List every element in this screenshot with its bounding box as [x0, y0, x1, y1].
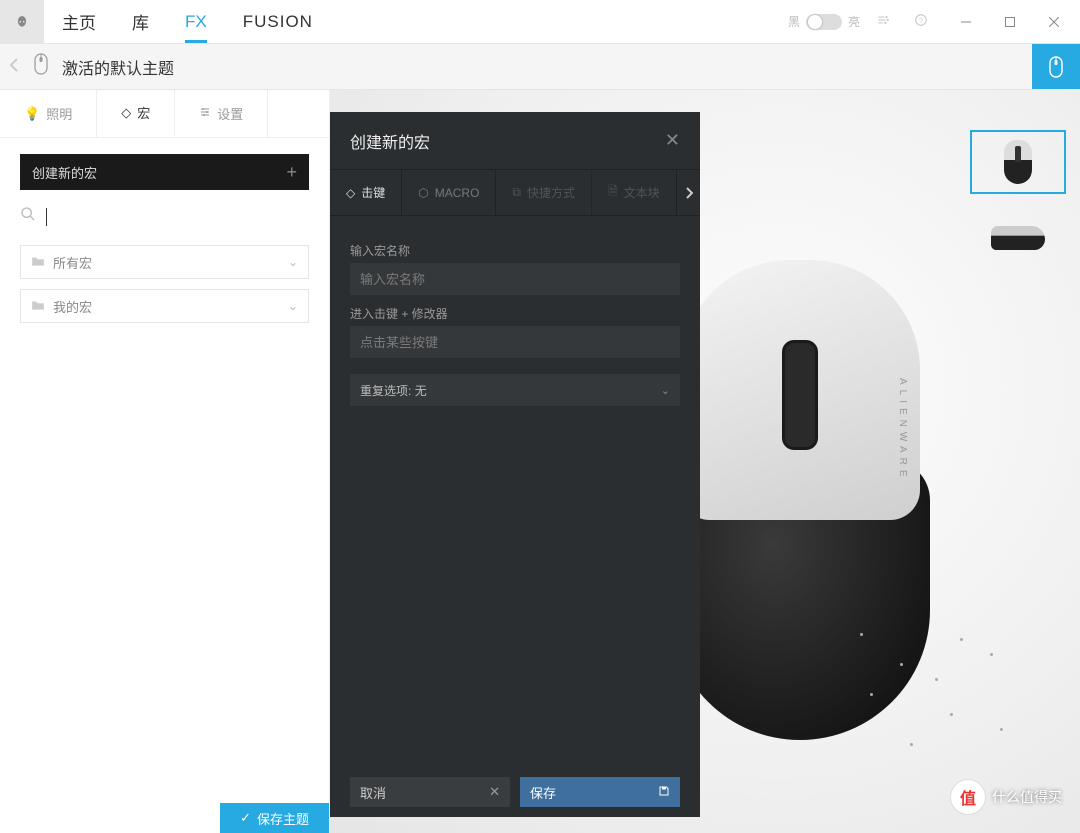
- sliders-icon: [199, 106, 211, 121]
- nav-tab-fusion[interactable]: FUSION: [225, 0, 331, 43]
- search-icon: [20, 206, 36, 227]
- sidebar: 💡 照明 ◇ 宏 设置 创建新的宏 +: [0, 90, 330, 833]
- minimize-button[interactable]: [944, 7, 988, 37]
- device-icon: [32, 53, 50, 80]
- diamond-icon: ◇: [121, 105, 131, 121]
- watermark-text: 什么值得买: [992, 787, 1062, 807]
- device-view-button[interactable]: [1032, 44, 1080, 89]
- create-macro-modal: 创建新的宏 ✕ ◇ 击键 ⬡ MACRO ⧉ 快捷方式 🗎 文本块 输入宏名称 …: [330, 112, 700, 817]
- save-icon: [658, 785, 670, 800]
- save-theme-label: 保存主题: [257, 809, 309, 828]
- theme-dark-label: 黑: [788, 13, 800, 30]
- repeat-select[interactable]: 重复选项: 无 ⌄: [350, 374, 680, 406]
- modal-tab-label: 击键: [361, 184, 385, 201]
- save-label: 保存: [530, 783, 556, 802]
- keystroke-input[interactable]: [350, 326, 680, 358]
- plus-icon: +: [286, 162, 297, 183]
- modal-body: 输入宏名称 进入击键 + 修改器 重复选项: 无 ⌄: [330, 216, 700, 769]
- theme-toggle[interactable]: 黑 亮: [788, 13, 860, 30]
- modal-title: 创建新的宏: [350, 129, 430, 153]
- back-button[interactable]: [0, 58, 28, 75]
- help-icon[interactable]: ?: [906, 13, 936, 30]
- search-row: [20, 206, 309, 227]
- cancel-label: 取消: [360, 783, 386, 802]
- create-macro-label: 创建新的宏: [32, 163, 97, 182]
- check-icon: ✓: [240, 810, 251, 826]
- repeat-value: 无: [415, 382, 427, 399]
- macro-icon: ⬡: [418, 186, 428, 200]
- nav-tabs: 主页 库 FX FUSION: [44, 0, 331, 43]
- sidebar-tab-label: 宏: [137, 103, 150, 122]
- modal-footer: 取消 ✕ 保存: [330, 769, 700, 817]
- sidebar-tab-label: 照明: [46, 104, 72, 123]
- top-nav-bar: 主页 库 FX FUSION 黑 亮 ?: [0, 0, 1080, 44]
- keystroke-label: 进入击键 + 修改器: [350, 305, 680, 322]
- nav-tab-fx[interactable]: FX: [167, 0, 225, 43]
- sidebar-tab-label: 设置: [217, 104, 243, 123]
- modal-tab-shortcut[interactable]: ⧉ 快捷方式: [496, 170, 592, 215]
- modal-tab-label: MACRO: [435, 186, 480, 200]
- bulb-icon: 💡: [24, 106, 40, 122]
- modal-close-button[interactable]: ✕: [665, 130, 680, 151]
- view-thumb-top[interactable]: [970, 130, 1066, 194]
- maximize-button[interactable]: [988, 7, 1032, 37]
- topbar-right: 黑 亮 ?: [788, 7, 1080, 37]
- modal-header: 创建新的宏 ✕: [330, 112, 700, 170]
- device-brand-text: ALIENWARE: [897, 378, 908, 482]
- chevron-down-icon: ⌄: [288, 299, 298, 313]
- repeat-label: 重复选项:: [360, 382, 411, 399]
- modal-tab-keystroke[interactable]: ◇ 击键: [330, 170, 402, 215]
- modal-tabs-next-button[interactable]: [676, 170, 700, 215]
- folder-label: 我的宏: [53, 297, 92, 316]
- sidebar-tab-lighting[interactable]: 💡 照明: [0, 90, 97, 137]
- modal-tab-macro[interactable]: ⬡ MACRO: [402, 170, 496, 215]
- save-theme-button[interactable]: ✓ 保存主题: [220, 803, 329, 833]
- cancel-button[interactable]: 取消 ✕: [350, 777, 510, 807]
- toggle-knob: [808, 15, 822, 29]
- window-controls: [944, 7, 1076, 37]
- diamond-icon: ◇: [346, 186, 355, 200]
- folder-icon: [31, 299, 45, 314]
- save-button[interactable]: 保存: [520, 777, 680, 807]
- toggle-track[interactable]: [806, 14, 842, 30]
- sub-header: 激活的默认主题: [0, 44, 1080, 90]
- text-icon: 🗎: [608, 182, 618, 203]
- close-button[interactable]: [1032, 7, 1076, 37]
- modal-tab-textblock[interactable]: 🗎 文本块: [592, 170, 677, 215]
- page-title: 激活的默认主题: [62, 55, 174, 79]
- modal-tabs: ◇ 击键 ⬡ MACRO ⧉ 快捷方式 🗎 文本块: [330, 170, 700, 216]
- sidebar-tab-settings[interactable]: 设置: [175, 90, 268, 137]
- view-thumbnails: [970, 130, 1066, 270]
- macro-name-input[interactable]: [350, 263, 680, 295]
- modal-tab-label: 文本块: [624, 184, 660, 201]
- app-logo: [0, 0, 44, 44]
- settings-icon[interactable]: [868, 13, 898, 30]
- sidebar-tab-macro[interactable]: ◇ 宏: [97, 90, 175, 137]
- watermark-badge: 值: [950, 779, 986, 815]
- text-cursor: [46, 208, 47, 226]
- watermark: 值 什么值得买: [950, 779, 1062, 815]
- chevron-down-icon: ⌄: [661, 384, 670, 397]
- mouse-top-icon: [1004, 140, 1032, 184]
- create-macro-button[interactable]: 创建新的宏 +: [20, 154, 309, 190]
- search-input[interactable]: [57, 209, 309, 225]
- nav-tab-home[interactable]: 主页: [44, 0, 114, 43]
- theme-light-label: 亮: [848, 13, 860, 30]
- folder-all-macros[interactable]: 所有宏 ⌄: [20, 245, 309, 279]
- mouse-side-icon: [991, 226, 1045, 250]
- alien-logo-icon: [15, 15, 29, 29]
- folder-my-macros[interactable]: 我的宏 ⌄: [20, 289, 309, 323]
- nav-tab-library[interactable]: 库: [114, 0, 167, 43]
- folder-icon: [31, 255, 45, 270]
- macro-name-label: 输入宏名称: [350, 242, 680, 259]
- modal-tab-label: 快捷方式: [527, 184, 575, 201]
- svg-text:?: ?: [919, 16, 923, 25]
- shortcut-icon: ⧉: [512, 185, 521, 200]
- view-thumb-side[interactable]: [970, 206, 1066, 270]
- chevron-down-icon: ⌄: [288, 255, 298, 269]
- sidebar-tabs: 💡 照明 ◇ 宏 设置: [0, 90, 329, 138]
- device-render: ALIENWARE: [670, 260, 930, 740]
- close-icon: ✕: [489, 784, 500, 800]
- folder-label: 所有宏: [53, 253, 92, 272]
